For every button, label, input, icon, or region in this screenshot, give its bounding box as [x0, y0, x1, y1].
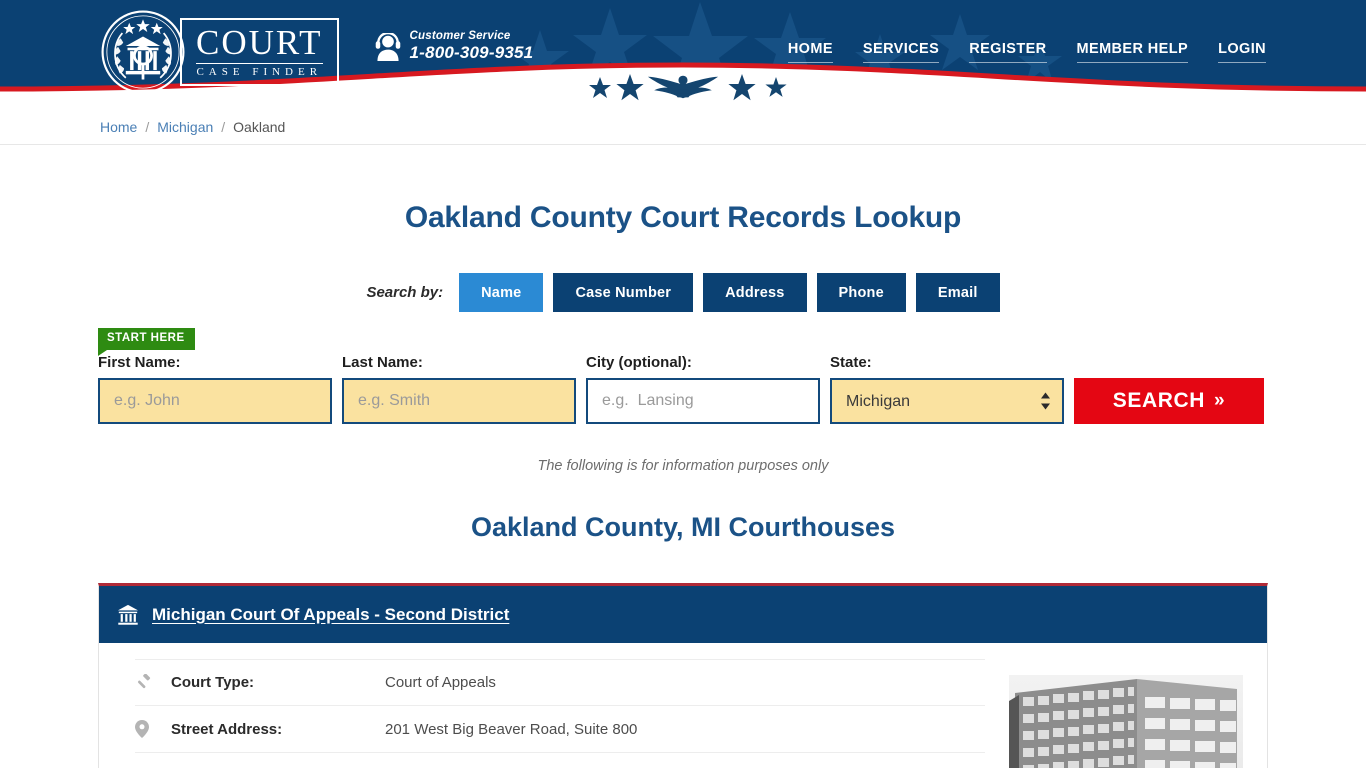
breadcrumb-item-home[interactable]: Home	[100, 119, 137, 135]
breadcrumb-separator: /	[145, 118, 150, 135]
court-seal-icon	[101, 10, 185, 94]
tab-phone[interactable]: Phone	[816, 273, 906, 312]
breadcrumb-item-oakland: Oakland	[233, 118, 286, 135]
detail-label: Street Address:	[171, 720, 283, 738]
search-by-tabs: Search by: Name Case Number Address Phon…	[0, 273, 1366, 312]
table-row: Street Address: 201 West Big Beaver Road…	[135, 706, 985, 753]
info-note: The following is for information purpose…	[537, 458, 829, 474]
detail-label: Court Type:	[171, 674, 255, 691]
city-input[interactable]	[586, 378, 820, 424]
gavel-icon	[135, 674, 171, 691]
customer-service-block[interactable]: Customer Service 1-800-309-9351	[375, 30, 534, 64]
table-row: City: Troy	[135, 753, 985, 768]
site-header: COURT CASE FINDER Customer Service 1-800…	[0, 0, 1366, 103]
city-field-group: City (optional):	[586, 354, 820, 424]
search-form: START HERE First Name: Last Name: City (…	[0, 328, 1366, 424]
detail-value: Court of Appeals	[385, 674, 496, 691]
logo-wordmark: COURT CASE FINDER	[180, 18, 339, 86]
state-select[interactable]: Michigan	[830, 378, 1064, 424]
search-button[interactable]: SEARCH »	[1074, 378, 1264, 424]
search-button-label: SEARCH	[1112, 389, 1206, 412]
first-name-field-group: First Name:	[98, 354, 332, 424]
tab-email[interactable]: Email	[915, 273, 1000, 312]
city-label: City (optional):	[586, 354, 692, 371]
page-title: Oakland County Court Records Lookup	[404, 201, 962, 234]
main-navigation: HOME SERVICES REGISTER MEMBER HELP LOGIN	[787, 41, 1266, 63]
nav-login[interactable]: LOGIN	[1218, 41, 1266, 63]
courthouse-details-table: Court Type: Court of Appeals Street Addr…	[123, 659, 985, 768]
nav-register[interactable]: REGISTER	[969, 41, 1047, 63]
state-label: State:	[830, 354, 872, 371]
logo-line-2: CASE FINDER	[196, 66, 323, 78]
last-name-field-group: Last Name:	[342, 354, 576, 424]
first-name-label: First Name:	[98, 354, 181, 371]
state-field-group: State: Michigan	[830, 354, 1064, 424]
nav-home[interactable]: HOME	[787, 41, 833, 63]
courthouse-building-photo	[1009, 675, 1243, 768]
breadcrumb-separator: /	[221, 118, 226, 135]
nav-member-help[interactable]: MEMBER HELP	[1076, 41, 1189, 63]
tab-address[interactable]: Address	[703, 273, 807, 312]
section-title-courthouses: Oakland County, MI Courthouses	[470, 512, 896, 542]
courthouse-name-link[interactable]: Michigan Court Of Appeals - Second Distr…	[152, 605, 509, 625]
breadcrumb: Home / Michigan / Oakland	[0, 109, 1366, 145]
last-name-label: Last Name:	[342, 354, 423, 371]
customer-service-label: Customer Service	[409, 30, 511, 42]
customer-service-phone[interactable]: 1-800-309-9351	[410, 43, 534, 63]
bank-columns-icon	[117, 604, 139, 625]
tab-name[interactable]: Name	[459, 273, 544, 312]
table-row: Court Type: Court of Appeals	[135, 659, 985, 706]
courthouse-card: Michigan Court Of Appeals - Second Distr…	[98, 583, 1268, 768]
double-chevron-right-icon: »	[1214, 390, 1226, 411]
tab-case-number[interactable]: Case Number	[553, 273, 694, 312]
nav-services[interactable]: SERVICES	[862, 41, 940, 63]
first-name-input[interactable]	[98, 378, 332, 424]
detail-value: 201 West Big Beaver Road, Suite 800	[385, 720, 638, 738]
map-pin-icon	[135, 720, 171, 738]
search-by-label: Search by:	[366, 284, 444, 301]
logo-divider	[196, 63, 323, 64]
logo-line-1: COURT	[196, 23, 323, 62]
last-name-input[interactable]	[342, 378, 576, 424]
headset-support-icon	[375, 32, 400, 61]
start-here-badge: START HERE	[98, 328, 195, 355]
breadcrumb-item-michigan[interactable]: Michigan	[157, 119, 213, 135]
site-logo[interactable]: COURT CASE FINDER	[100, 9, 339, 95]
courthouse-card-header: Michigan Court Of Appeals - Second Distr…	[99, 586, 1267, 643]
